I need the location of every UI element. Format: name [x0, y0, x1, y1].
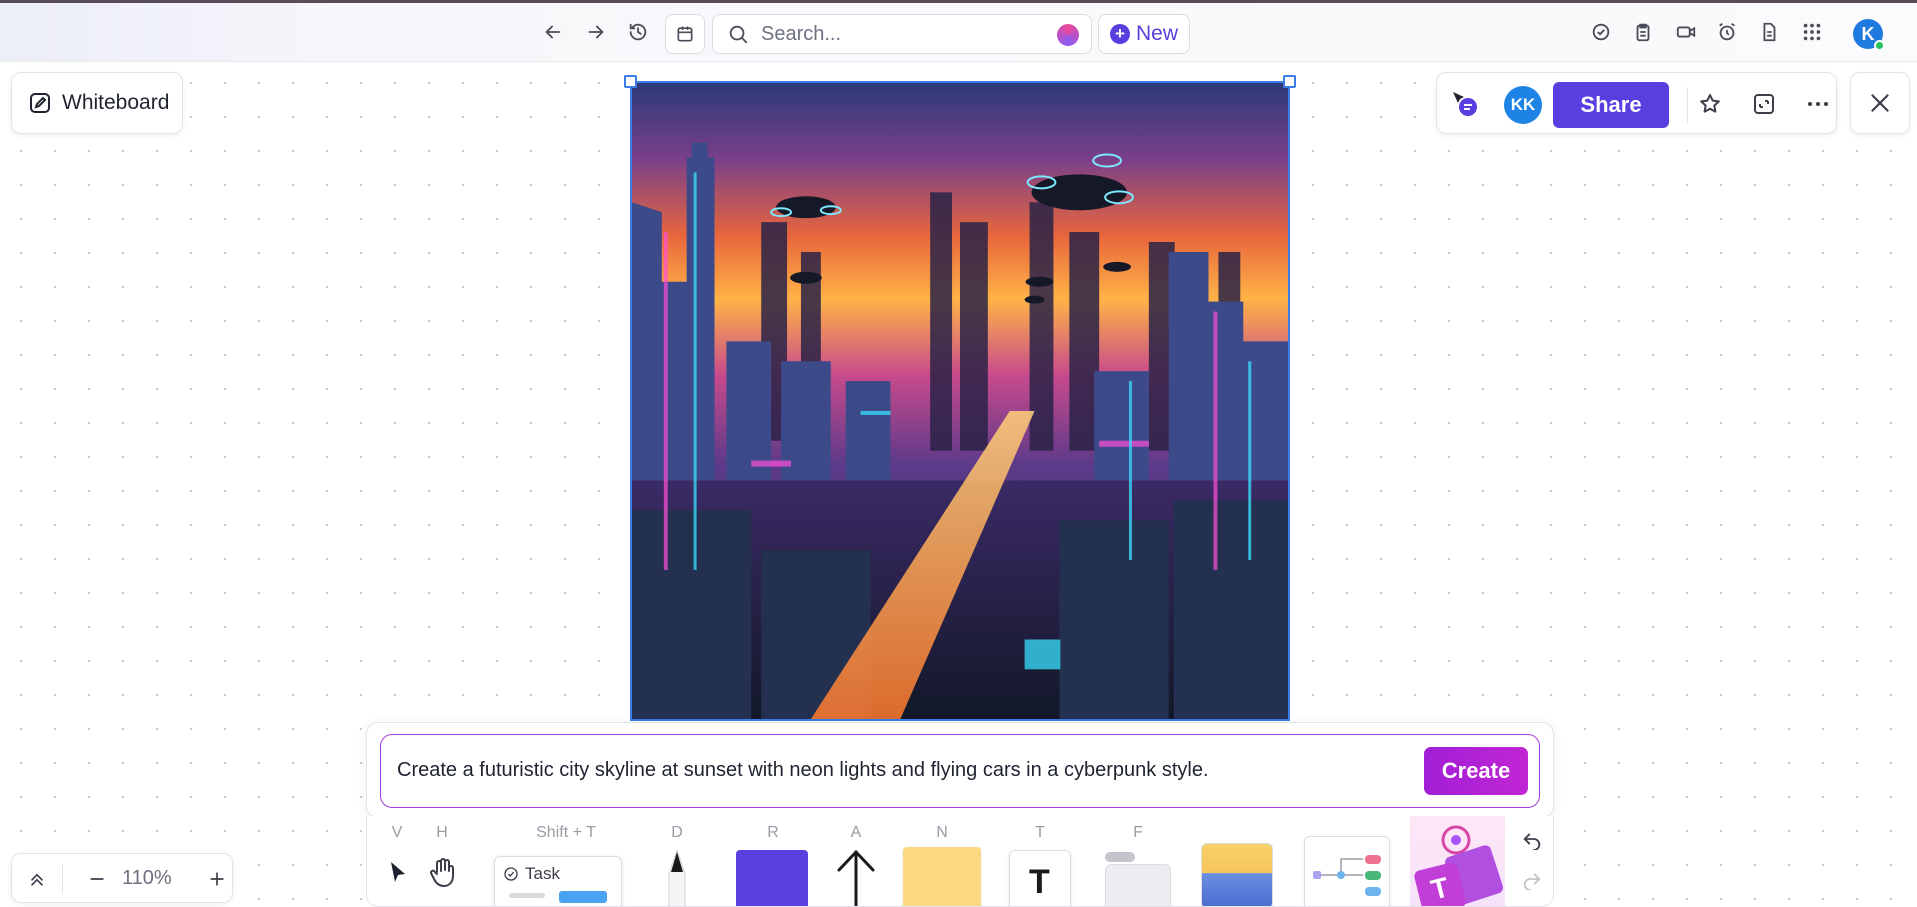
history-controls: [1515, 816, 1549, 906]
whiteboard-toolbar: V H Shift + T Task D R A N T T F T: [366, 816, 1554, 907]
forward-arrow-icon[interactable]: [583, 19, 609, 45]
online-status-dot: [1874, 40, 1885, 51]
task-tool[interactable]: Shift + T Task: [491, 816, 641, 906]
search-input[interactable]: [761, 22, 1051, 46]
search-bar[interactable]: [712, 14, 1092, 54]
calendar-button[interactable]: [665, 14, 705, 54]
task-card-label: Task: [525, 864, 560, 883]
frame-tool[interactable]: F: [1103, 816, 1173, 906]
task-card-line: [509, 893, 545, 898]
create-button[interactable]: Create: [1424, 747, 1528, 795]
plus-circle-icon: +: [1109, 24, 1130, 44]
sticky-note-tool[interactable]: N: [901, 816, 983, 906]
collaborator-avatar[interactable]: KK: [1504, 86, 1542, 124]
collaborator-initials: KK: [1510, 95, 1536, 114]
draw-shortcut: D: [671, 824, 683, 841]
frame-icon: [1105, 864, 1171, 906]
image-placeholder-icon: [1201, 843, 1273, 906]
calendar-icon: [677, 26, 693, 42]
collapse-up-icon[interactable]: [24, 866, 50, 892]
whiteboard-title: Whiteboard: [62, 91, 170, 114]
arrow-shortcut: A: [850, 824, 862, 841]
rectangle-shape-icon: [736, 850, 808, 906]
resize-handle-top-left[interactable]: [624, 75, 637, 88]
search-icon: [729, 25, 748, 44]
minus-icon: [90, 878, 104, 880]
ai-prompt-panel: Create a futuristic city skyline at suns…: [366, 722, 1554, 818]
plus-icon: [210, 872, 224, 886]
frame-shortcut: F: [1133, 824, 1143, 841]
back-arrow-icon[interactable]: [540, 19, 566, 45]
mind-map-card: [1304, 836, 1390, 906]
text-tool[interactable]: T T: [1007, 816, 1073, 906]
prompt-text[interactable]: Create a futuristic city skyline at suns…: [397, 759, 1209, 782]
text-card-icon: T: [1009, 850, 1071, 906]
mind-map-tool[interactable]: [1302, 816, 1392, 906]
cyberpunk-city-image: [632, 83, 1288, 719]
ai-generate-tool[interactable]: T: [1410, 816, 1505, 906]
text-shortcut: T: [1035, 824, 1045, 841]
task-card-status: [559, 891, 607, 903]
task-check-icon: [504, 867, 518, 881]
share-button[interactable]: Share: [1553, 82, 1669, 128]
sticky-note-icon: [903, 847, 981, 906]
sticky-note-shortcut: N: [936, 824, 948, 841]
close-icon: [1871, 94, 1889, 112]
ai-prompt-input[interactable]: Create a futuristic city skyline at suns…: [380, 734, 1540, 808]
history-icon[interactable]: [625, 19, 651, 45]
panel-divider: [1687, 87, 1688, 123]
zoom-level[interactable]: 110%: [122, 867, 172, 890]
video-icon[interactable]: [1673, 19, 1699, 45]
clipboard-icon[interactable]: [1630, 19, 1656, 45]
frame-tab: [1105, 852, 1135, 862]
alarm-clock-icon[interactable]: [1714, 19, 1740, 45]
select-shortcut: V: [391, 824, 403, 841]
task-shortcut: Shift + T: [536, 824, 596, 841]
redo-icon[interactable]: [1521, 868, 1543, 890]
user-avatar[interactable]: K: [1853, 19, 1885, 51]
zoom-out-button[interactable]: [84, 866, 110, 892]
rectangle-shortcut: R: [767, 824, 779, 841]
new-button-label: New: [1135, 22, 1178, 45]
pen-icon: [668, 850, 686, 906]
expand-icon[interactable]: [1750, 90, 1778, 118]
arrow-up-icon: [837, 849, 875, 906]
ai-brain-icon[interactable]: [1057, 24, 1079, 46]
check-circle-icon[interactable]: [1588, 19, 1614, 45]
generated-image[interactable]: [630, 81, 1290, 721]
apps-grid-icon[interactable]: [1799, 19, 1825, 45]
board-actions-panel: KK Share: [1436, 72, 1837, 134]
whiteboard-pen-icon: [30, 93, 50, 113]
arrow-tool[interactable]: A: [831, 816, 881, 906]
hand-shortcut: H: [436, 824, 448, 841]
select-tool[interactable]: V: [377, 816, 417, 906]
document-icon[interactable]: [1756, 19, 1782, 45]
draw-tool[interactable]: D: [655, 816, 699, 906]
close-button[interactable]: [1850, 72, 1910, 134]
user-avatar-initial: K: [1861, 23, 1875, 44]
star-icon[interactable]: [1696, 90, 1724, 118]
create-button-label: Create: [1441, 758, 1511, 783]
cursor-arrow-icon: [391, 862, 405, 882]
resize-handle-top-right[interactable]: [1283, 75, 1296, 88]
undo-icon[interactable]: [1521, 828, 1543, 850]
zoom-divider: [62, 864, 63, 894]
zoom-in-button[interactable]: [204, 866, 230, 892]
hand-icon: [430, 858, 454, 888]
hand-tool[interactable]: H: [422, 816, 462, 906]
top-bar: + New K: [0, 0, 1917, 62]
flowchart-icon: [1313, 855, 1381, 896]
text-glyph: T: [1029, 863, 1050, 901]
task-card-preview: Task: [494, 856, 622, 906]
whiteboard-title-chip[interactable]: Whiteboard: [11, 72, 183, 134]
more-options-icon[interactable]: [1804, 90, 1832, 118]
comment-cursor-icon[interactable]: [1451, 90, 1479, 118]
rectangle-tool[interactable]: R: [735, 816, 811, 906]
zoom-controls: 110%: [11, 853, 233, 903]
share-button-label: Share: [1580, 92, 1642, 117]
image-tool[interactable]: [1199, 816, 1275, 906]
new-button[interactable]: + New: [1098, 14, 1190, 54]
